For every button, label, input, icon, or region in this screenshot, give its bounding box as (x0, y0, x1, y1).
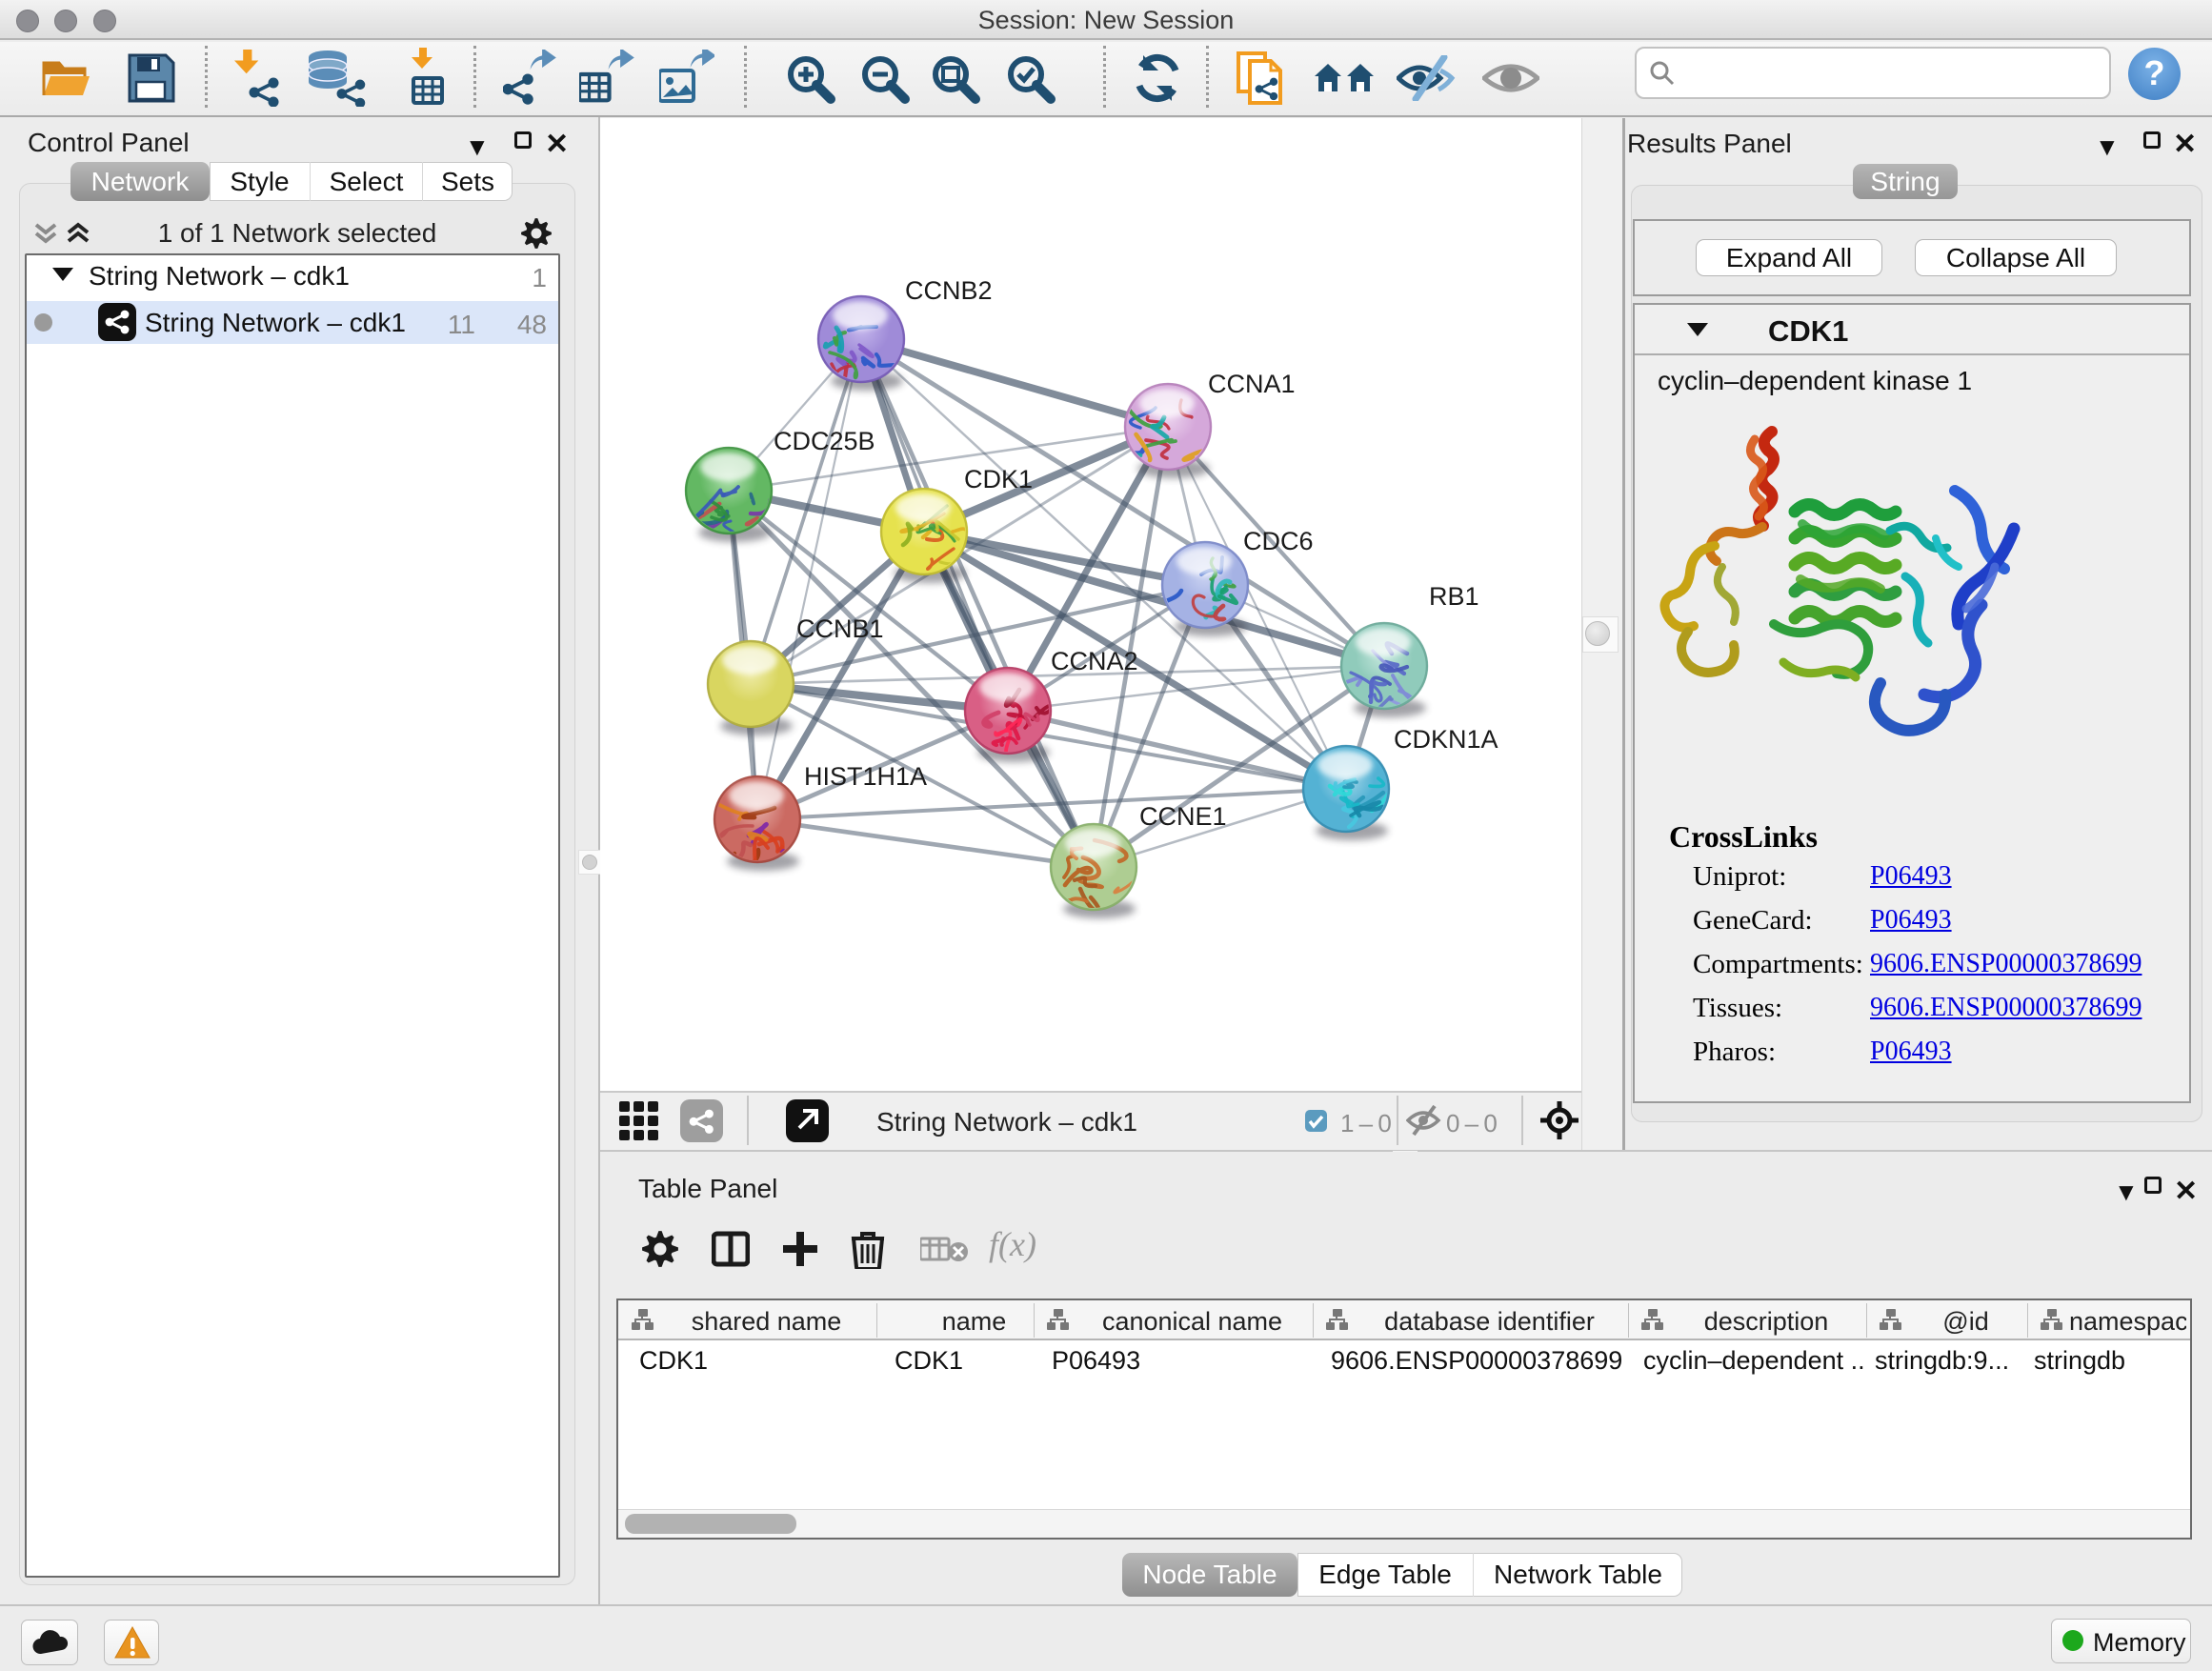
svg-text:CCNA2: CCNA2 (1051, 647, 1138, 675)
svg-text:HIST1H1A: HIST1H1A (804, 762, 927, 791)
svg-text:CDKN1A: CDKN1A (1394, 725, 1498, 754)
svg-text:CCNE1: CCNE1 (1139, 802, 1227, 831)
svg-text:CDK1: CDK1 (964, 465, 1033, 493)
svg-text:CDC6: CDC6 (1243, 527, 1314, 555)
svg-text:CCNB1: CCNB1 (796, 614, 884, 643)
svg-text:RB1: RB1 (1429, 582, 1479, 611)
svg-text:CCNA1: CCNA1 (1208, 370, 1296, 398)
svg-text:CDC25B: CDC25B (774, 427, 875, 455)
svg-text:CCNB2: CCNB2 (905, 276, 993, 305)
